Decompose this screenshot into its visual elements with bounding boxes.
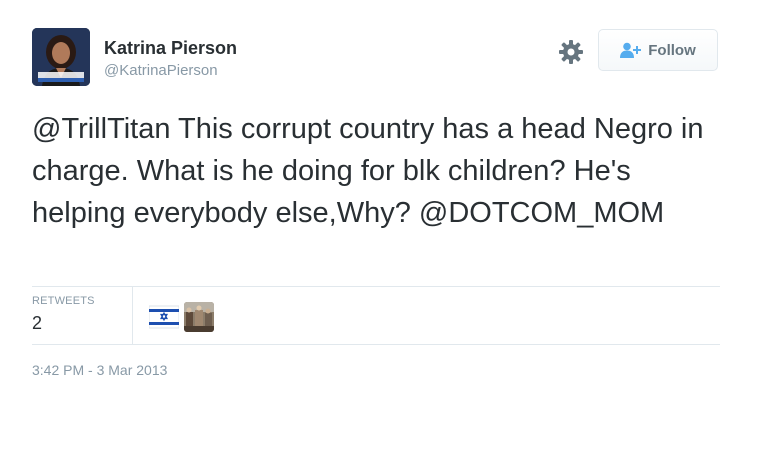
retweets-count[interactable]: 2: [32, 313, 42, 334]
tweet-card: Katrina Pierson @KatrinaPierson Follow @…: [32, 28, 720, 378]
retweeter-avatar-flag[interactable]: [149, 302, 179, 332]
tweet-text: @TrillTitan This corrupt country has a h…: [32, 113, 704, 229]
tweet-timestamp[interactable]: 3:42 PM - 3 Mar 2013: [32, 362, 167, 378]
person-add-icon: [620, 42, 642, 58]
author-handle[interactable]: @KatrinaPierson: [104, 61, 237, 81]
gear-icon[interactable]: [558, 39, 584, 65]
retweets-label[interactable]: RETWEETS: [32, 295, 95, 307]
author-name[interactable]: Katrina Pierson: [104, 37, 237, 59]
follow-label: Follow: [648, 41, 696, 59]
tweet-header: Katrina Pierson @KatrinaPierson Follow: [32, 28, 720, 90]
author-names: Katrina Pierson @KatrinaPierson: [104, 37, 237, 81]
stats-separator: [132, 287, 133, 344]
retweeter-avatar-photo[interactable]: [184, 302, 214, 332]
tweet-stats: RETWEETS 2: [32, 287, 720, 344]
follow-button[interactable]: Follow: [598, 29, 718, 71]
divider: [32, 344, 720, 345]
author-avatar[interactable]: [32, 28, 90, 86]
